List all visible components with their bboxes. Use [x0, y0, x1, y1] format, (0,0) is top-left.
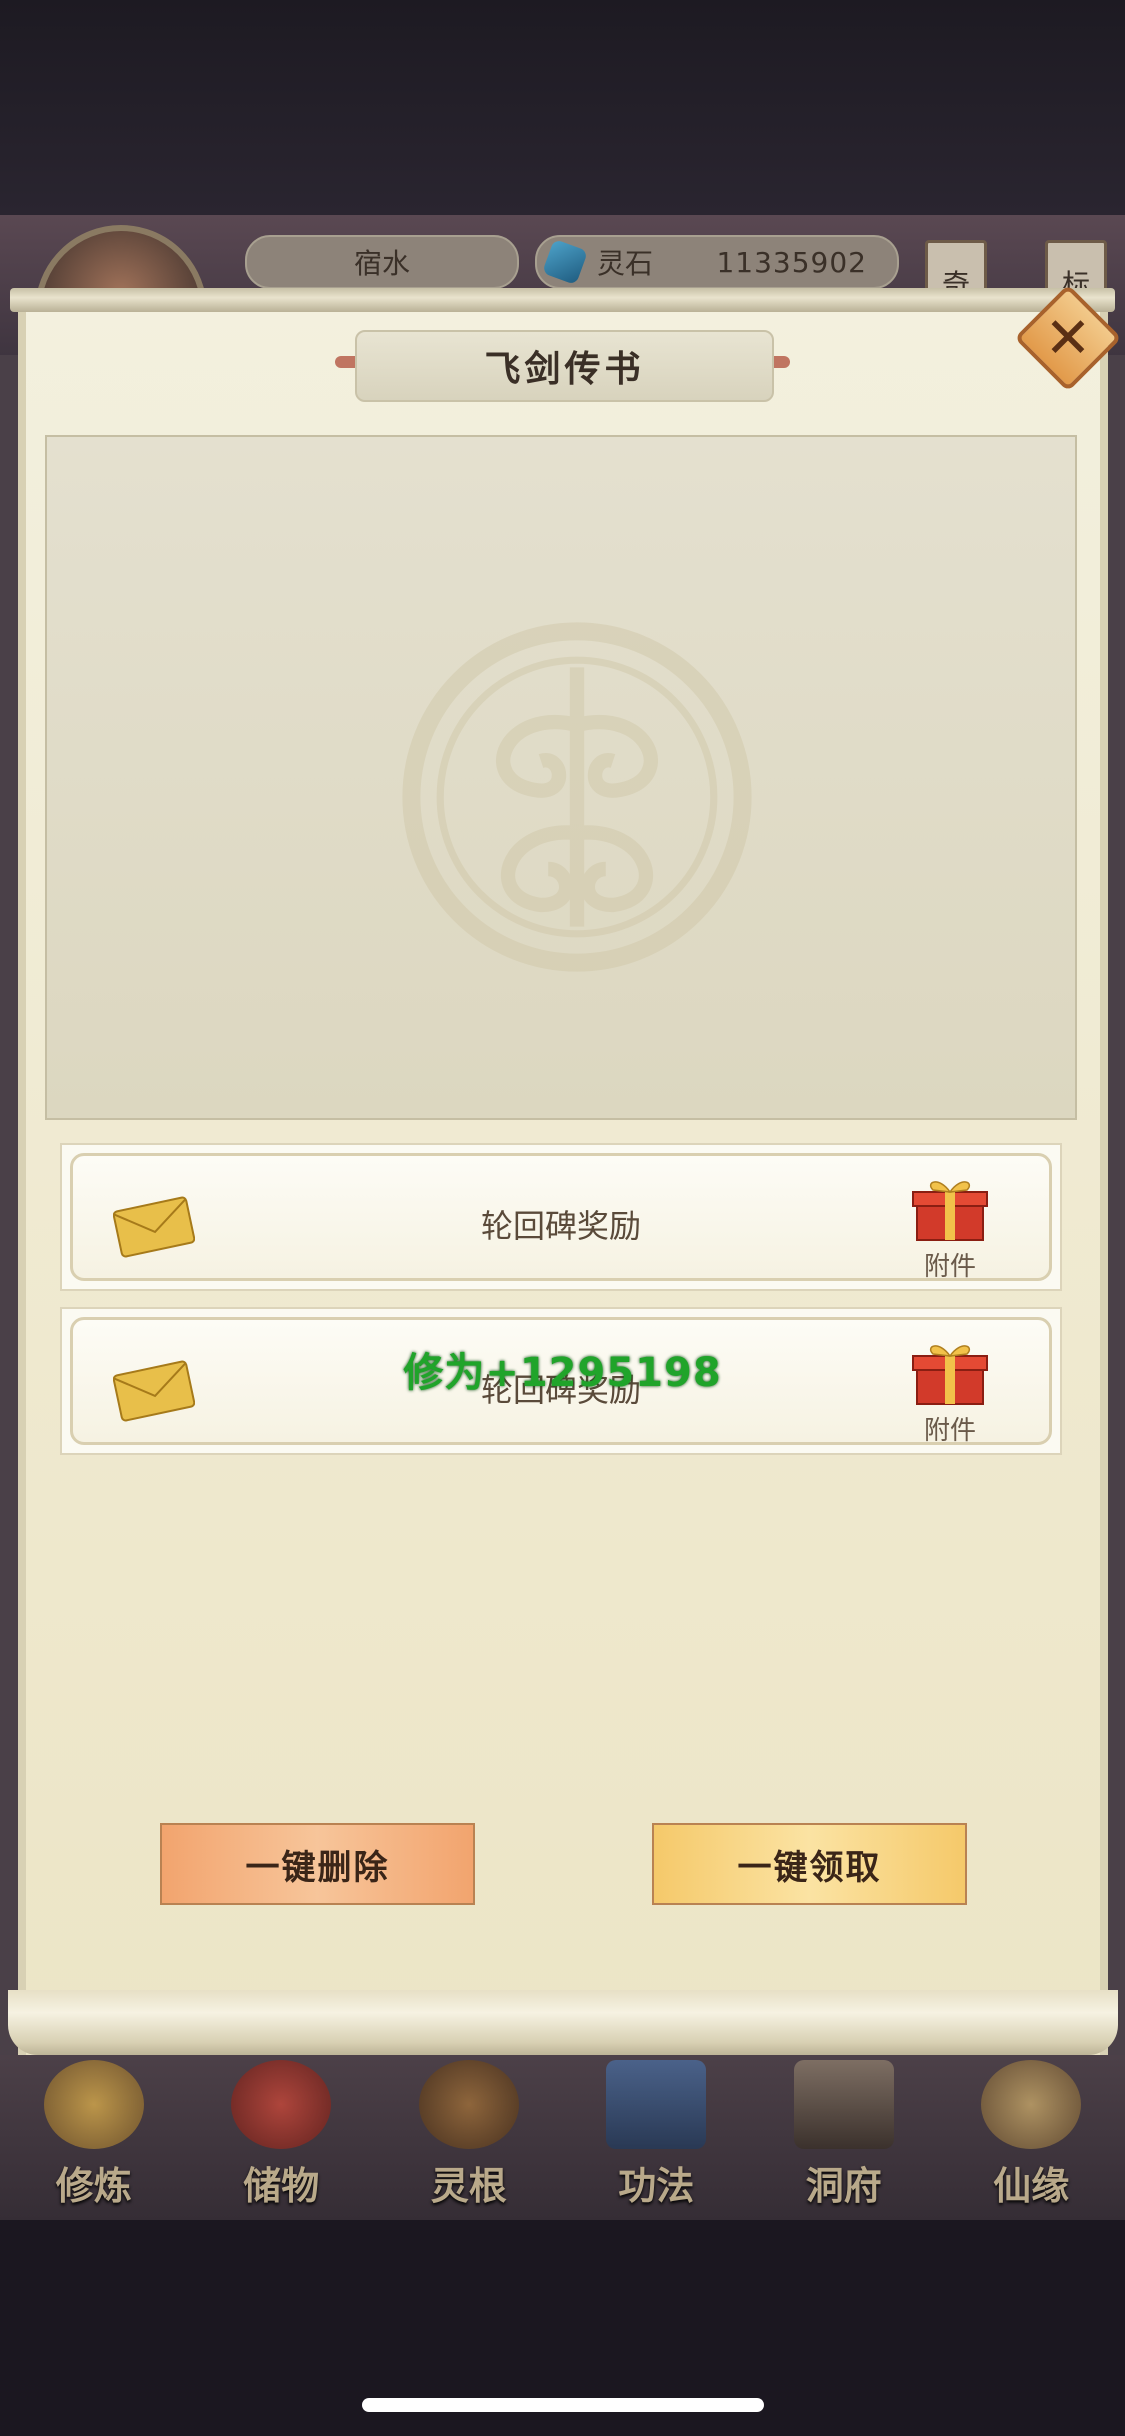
nav-fate[interactable]: 仙缘 [946, 2060, 1116, 2220]
currency-value: 11335902 [716, 245, 867, 279]
list-item[interactable]: 轮回碑奖励 附件 [60, 1143, 1062, 1291]
bottom-nav: 修炼 储物 灵根 功法 洞府 仙缘 [0, 2055, 1125, 2220]
nav-storage[interactable]: 储物 [196, 2060, 366, 2220]
cloud-seal-icon [402, 622, 752, 972]
close-icon[interactable]: ✕ [1030, 300, 1106, 376]
nav-label: 储物 [243, 2163, 320, 2208]
nav-cave[interactable]: 洞府 [759, 2060, 929, 2220]
attachment-label: 附件 [923, 1252, 976, 1282]
nav-label: 修炼 [55, 2163, 132, 2208]
mail-content-panel [45, 435, 1077, 1120]
attachment-label: 附件 [923, 1416, 976, 1446]
gift-icon [912, 1181, 988, 1241]
spirit-root-icon [418, 2060, 519, 2149]
player-name: 宿水 [245, 235, 519, 289]
status-bar-area [0, 0, 1125, 215]
bag-icon [231, 2060, 332, 2149]
mail-title: 轮回碑奖励 [480, 1207, 641, 1245]
dialog-title: 飞剑传书 [355, 330, 774, 402]
nav-label: 功法 [618, 2163, 695, 2208]
reward-popup-text: 修为+1295198 [403, 1350, 722, 1396]
currency-label: 灵石 [597, 247, 654, 280]
book-icon [606, 2060, 707, 2149]
gourd-icon [981, 2060, 1082, 2149]
nav-label: 仙缘 [993, 2163, 1070, 2208]
scroll-top-rod [10, 288, 1115, 312]
spirit-stone-icon [541, 238, 589, 286]
mail-item-frame: 轮回碑奖励 附件 [70, 1153, 1052, 1282]
nav-cultivate[interactable]: 修炼 [9, 2060, 179, 2220]
nav-spirit-root[interactable]: 灵根 [384, 2060, 554, 2220]
nav-label: 灵根 [430, 2163, 507, 2208]
pavilion-icon [793, 2060, 894, 2149]
claim-all-button[interactable]: 一键领取 [652, 1823, 967, 1905]
home-indicator[interactable] [362, 2398, 764, 2412]
scroll-bottom-roll [8, 1990, 1118, 2055]
delete-all-button[interactable]: 一键删除 [160, 1823, 475, 1905]
currency-pill: 灵石 11335902 [535, 235, 899, 289]
nav-techniques[interactable]: 功法 [571, 2060, 741, 2220]
monk-icon [43, 2060, 144, 2149]
nav-label: 洞府 [805, 2163, 882, 2208]
